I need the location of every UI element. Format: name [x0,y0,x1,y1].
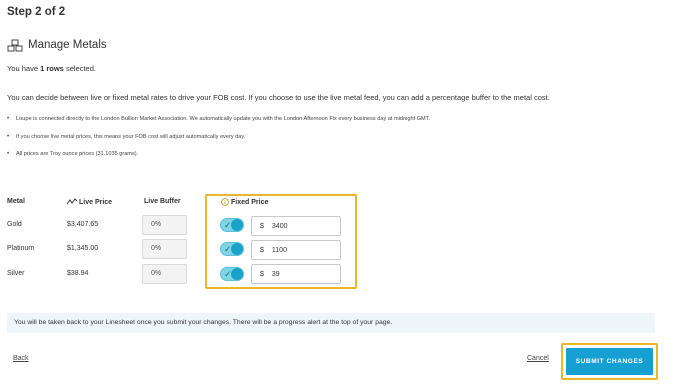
fixed-price-toggle-platinum[interactable]: ✓ [220,242,244,256]
currency-symbol: $ [260,270,264,278]
selection-count: 1 rows [40,64,64,73]
metal-name-silver: Silver [7,270,25,277]
back-link[interactable]: Back [13,355,29,362]
info-bullet: If you choose live metal prices, this me… [7,134,430,140]
toggle-knob [231,243,243,255]
info-list: Loupe is connected directly to the Londo… [7,116,430,169]
selection-suffix: selected. [63,64,96,73]
buffer-input-silver[interactable]: 0% [142,264,187,284]
currency-symbol: $ [260,246,264,254]
fixed-price-value: 39 [271,270,280,278]
cancel-link[interactable]: Cancel [527,355,549,362]
info-bullet: Loupe is connected directly to the Londo… [7,116,430,122]
metal-name-gold: Gold [7,221,22,228]
section-header: Manage Metals [7,38,107,52]
fixed-price-toggle-gold[interactable]: ✓ [220,218,244,232]
info-notice: You will be taken back to your Linesheet… [7,313,655,333]
info-bullet: All prices are Troy ounce prices (31.103… [7,151,430,157]
fixed-price-input-platinum[interactable]: $1100 [251,240,341,260]
fixed-price-input-gold[interactable]: $3400 [251,216,341,236]
col-header-metal: Metal [7,198,25,205]
intro-text: You can decide between live or fixed met… [7,93,550,102]
selection-summary: You have 1 rows selected. [7,64,96,73]
fixed-price-toggle-silver[interactable]: ✓ [220,267,244,281]
buffer-input-platinum[interactable]: 0% [142,239,187,259]
selection-prefix: You have [7,64,41,73]
col-header-live-price: Live Price [67,198,112,206]
fixed-price-input-silver[interactable]: $39 [251,264,341,284]
live-price-silver: $38.94 [67,270,89,277]
metal-name-platinum: Platinum [7,245,35,252]
live-price-gold: $3,407.65 [67,221,99,228]
step-title: Step 2 of 2 [7,6,66,18]
col-header-live-price-label: Live Price [79,198,113,206]
buffer-input-gold[interactable]: 0% [142,215,187,235]
gold-bars-icon [7,39,23,52]
submit-highlight: SUBMIT CHANGES [561,343,658,380]
col-header-live-buffer: Live Buffer [144,198,181,205]
toggle-knob [231,268,243,280]
currency-symbol: $ [260,222,264,230]
fixed-price-value: 3400 [271,222,288,230]
live-feed-icon [67,198,77,205]
live-price-platinum: $1,345.00 [67,245,99,252]
submit-changes-button[interactable]: SUBMIT CHANGES [566,348,653,375]
toggle-knob [231,219,243,231]
fixed-price-value: 1100 [271,246,287,254]
section-title: Manage Metals [28,39,107,51]
